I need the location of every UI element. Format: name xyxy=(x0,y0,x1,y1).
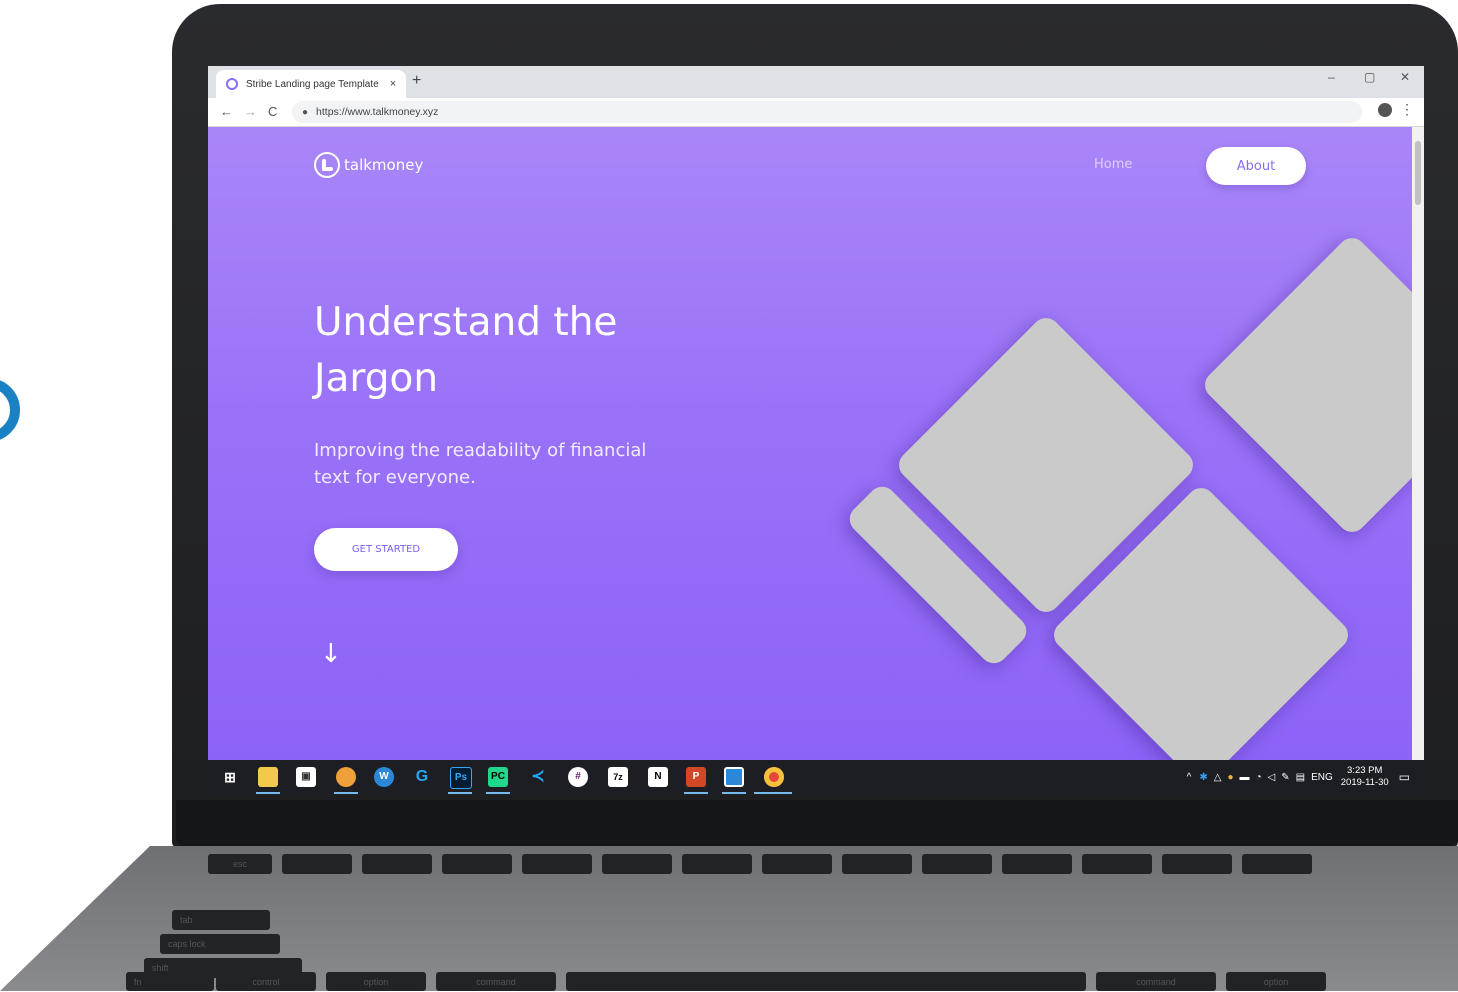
site-logo[interactable]: talkmoney xyxy=(314,152,423,178)
key-f5 xyxy=(602,854,672,874)
key-option: option xyxy=(326,972,426,991)
decorative-tile-top-right xyxy=(1199,232,1412,538)
logitech-icon[interactable]: G xyxy=(412,767,432,787)
key-space xyxy=(566,972,1086,991)
get-started-button[interactable]: GET STARTED xyxy=(314,528,458,571)
tray-expand-icon[interactable]: ^ xyxy=(1187,772,1192,783)
key-f11 xyxy=(1082,854,1152,874)
key-command-right: command xyxy=(1096,972,1216,991)
new-tab-button[interactable]: + xyxy=(412,72,421,90)
language-indicator[interactable]: ENG xyxy=(1311,772,1333,783)
key-f10 xyxy=(1002,854,1072,874)
store-icon[interactable]: ▣ xyxy=(296,767,316,787)
key-tab: tab xyxy=(172,910,270,930)
pycharm-icon[interactable]: PC xyxy=(488,767,508,787)
browser-tab[interactable]: Stribe Landing page Template × xyxy=(216,70,406,98)
key-control: control xyxy=(216,972,316,991)
browser-menu-icon[interactable]: ⋮ xyxy=(1400,101,1414,118)
app-framed-icon[interactable] xyxy=(724,767,744,787)
page-scrollbar[interactable] xyxy=(1412,127,1424,760)
brand-name: talkmoney xyxy=(344,156,424,174)
favicon-icon xyxy=(226,78,238,90)
active-indicator xyxy=(754,792,792,794)
laptop-keyboard-deck: esc tab caps lock shift fn control optio… xyxy=(0,846,1458,991)
key-esc: esc xyxy=(208,854,272,874)
back-icon[interactable]: ← xyxy=(220,104,233,119)
7zip-icon[interactable]: 7z xyxy=(608,767,628,787)
hero-title: Understand the Jargon xyxy=(314,300,618,401)
key-f12 xyxy=(1162,854,1232,874)
battery-icon[interactable]: ▬ xyxy=(1240,772,1250,783)
key-fn: fn xyxy=(126,972,214,991)
tab-title: Stribe Landing page Template xyxy=(246,78,379,90)
active-indicator xyxy=(334,792,358,794)
slack-icon[interactable]: # xyxy=(568,767,588,787)
hero-subtitle: Improving the readability of financial t… xyxy=(314,440,647,488)
nav-home-link[interactable]: Home xyxy=(1094,157,1132,172)
talkmoney-logo-icon xyxy=(314,152,340,178)
windows-start-icon[interactable]: ⊞ xyxy=(220,767,240,787)
url-text: https://www.talkmoney.xyz xyxy=(316,106,439,118)
key-caps-lock: caps lock xyxy=(160,934,280,954)
clock[interactable]: 3:23 PM 2019-11-30 xyxy=(1341,765,1389,789)
browser-toolbar: ← → C ● https://www.talkmoney.xyz ⋮ xyxy=(208,98,1424,127)
browser-tab-strip: Stribe Landing page Template × + – ▢ ✕ xyxy=(208,66,1424,98)
active-indicator xyxy=(684,792,708,794)
key-option-right: option xyxy=(1226,972,1326,991)
chrome-canary-icon[interactable] xyxy=(336,767,356,787)
keyboard-icon[interactable]: ▤ xyxy=(1296,772,1305,783)
web-page: talkmoney Home About Understand the Jarg… xyxy=(208,127,1412,760)
active-indicator xyxy=(722,792,746,794)
pen-icon[interactable]: ✎ xyxy=(1281,772,1289,783)
bluetooth-icon[interactable]: ✱ xyxy=(1199,772,1207,783)
restore-icon[interactable]: ▢ xyxy=(1364,70,1375,84)
laptop-screen: Stribe Landing page Template × + – ▢ ✕ ←… xyxy=(208,66,1424,794)
account-icon[interactable] xyxy=(1378,103,1392,117)
scrollbar-thumb[interactable] xyxy=(1415,141,1421,205)
active-indicator xyxy=(256,792,280,794)
tab-close-icon[interactable]: × xyxy=(386,78,400,90)
nav-about-button[interactable]: About xyxy=(1206,147,1306,185)
key-command: command xyxy=(436,972,556,991)
minimize-icon[interactable]: – xyxy=(1328,70,1335,84)
clock-date: 2019-11-30 xyxy=(1340,777,1389,788)
active-indicator xyxy=(448,792,472,794)
forward-icon[interactable]: → xyxy=(244,104,257,119)
clock-time: 3:23 PM xyxy=(1347,765,1383,776)
key-f9 xyxy=(922,854,992,874)
file-explorer-icon[interactable] xyxy=(258,767,278,787)
notifications-icon[interactable]: ▭ xyxy=(1399,770,1410,784)
reload-icon[interactable]: C xyxy=(268,104,277,119)
key-f8 xyxy=(842,854,912,874)
partial-logo-circle xyxy=(0,378,20,442)
laptop-hinge xyxy=(176,800,1458,846)
chrome-tray-icon[interactable]: ● xyxy=(1227,772,1233,783)
photoshop-icon[interactable]: Ps xyxy=(450,767,472,789)
word-app-icon[interactable]: W xyxy=(374,767,394,787)
key-f4 xyxy=(522,854,592,874)
number-row xyxy=(188,882,1438,902)
windows-taskbar: ⊞ ▣ W G Ps PC ≺ # 7z N P ^ ✱ △ ● ▬ ◔ ◁ ✎… xyxy=(208,760,1424,794)
key-f2 xyxy=(362,854,432,874)
close-window-icon[interactable]: ✕ xyxy=(1400,70,1410,84)
powerpoint-icon[interactable]: P xyxy=(686,767,706,787)
active-indicator xyxy=(486,792,510,794)
scroll-down-arrow-icon[interactable]: ↓ xyxy=(320,639,342,669)
vscode-icon[interactable]: ≺ xyxy=(528,767,548,787)
chrome-icon[interactable] xyxy=(764,767,784,787)
drive-icon[interactable]: △ xyxy=(1214,772,1222,783)
key-f6 xyxy=(682,854,752,874)
key-power xyxy=(1242,854,1312,874)
system-tray: ^ ✱ △ ● ▬ ◔ ◁ ✎ ▤ ENG 3:23 PM 2019-11-30… xyxy=(1187,760,1424,794)
key-f7 xyxy=(762,854,832,874)
wifi-icon[interactable]: ◔ xyxy=(1256,772,1262,783)
secure-lock-icon: ● xyxy=(302,106,309,118)
qwerty-row xyxy=(290,910,1430,930)
address-bar[interactable]: ● https://www.talkmoney.xyz xyxy=(292,101,1362,123)
notion-icon[interactable]: N xyxy=(648,767,668,787)
key-f3 xyxy=(442,854,512,874)
key-f1 xyxy=(282,854,352,874)
volume-icon[interactable]: ◁ xyxy=(1268,772,1276,783)
